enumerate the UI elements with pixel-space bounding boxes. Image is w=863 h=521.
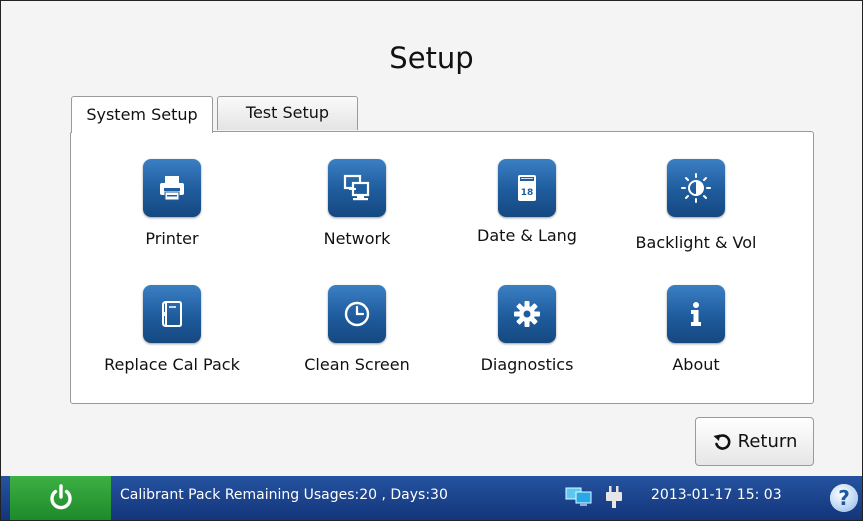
tab-system-setup[interactable]: System Setup (71, 96, 213, 133)
replace-cal-pack-label: Replace Cal Pack (104, 355, 240, 374)
diagnostics-button[interactable]: Diagnostics (443, 285, 611, 390)
info-icon (667, 285, 725, 343)
return-arrow-icon (713, 433, 731, 450)
about-button[interactable]: About (612, 285, 780, 390)
calibrant-status-text: Calibrant Pack Remaining Usages:20 , Day… (120, 487, 448, 503)
backlight-vol-label: Backlight & Vol (635, 233, 757, 252)
printer-button[interactable]: Printer (88, 159, 256, 264)
setup-screen: Setup System Setup Test Setup Printer Ne… (0, 0, 863, 521)
power-plug-icon (606, 486, 622, 508)
date-lang-label: Date & Lang (477, 226, 577, 245)
power-button[interactable] (10, 476, 111, 520)
help-button[interactable]: ? (830, 484, 858, 512)
clean-screen-button[interactable]: Clean Screen (273, 285, 441, 390)
return-label: Return (737, 431, 798, 452)
diagnostics-label: Diagnostics (480, 355, 574, 374)
clean-screen-label: Clean Screen (304, 355, 410, 374)
power-icon (49, 484, 72, 510)
calendar-icon: 18 (498, 159, 556, 217)
about-label: About (672, 355, 720, 374)
tab-test-setup[interactable]: Test Setup (217, 96, 358, 130)
gear-icon (498, 285, 556, 343)
date-time: 2013-01-17 15: 03 (651, 487, 782, 503)
clock-icon (328, 285, 386, 343)
network-label: Network (323, 229, 391, 248)
cal-pack-icon (143, 285, 201, 343)
replace-cal-pack-button[interactable]: Replace Cal Pack (88, 285, 256, 390)
brightness-icon (667, 159, 725, 217)
calendar-day-text: 18 (521, 188, 534, 198)
help-icon: ? (838, 486, 850, 510)
return-button[interactable]: Return (695, 417, 814, 466)
page-title: Setup (389, 41, 474, 75)
printer-icon (143, 159, 201, 217)
printer-label: Printer (145, 229, 199, 248)
date-lang-button[interactable]: 18 Date & Lang (443, 159, 611, 264)
network-button[interactable]: Network (273, 159, 441, 264)
backlight-vol-button[interactable]: Backlight & Vol (612, 159, 780, 264)
setup-panel: Printer Network 18 Date & Lang Backlight… (70, 131, 814, 404)
network-icon (328, 159, 386, 217)
network-status-icon (565, 487, 592, 506)
